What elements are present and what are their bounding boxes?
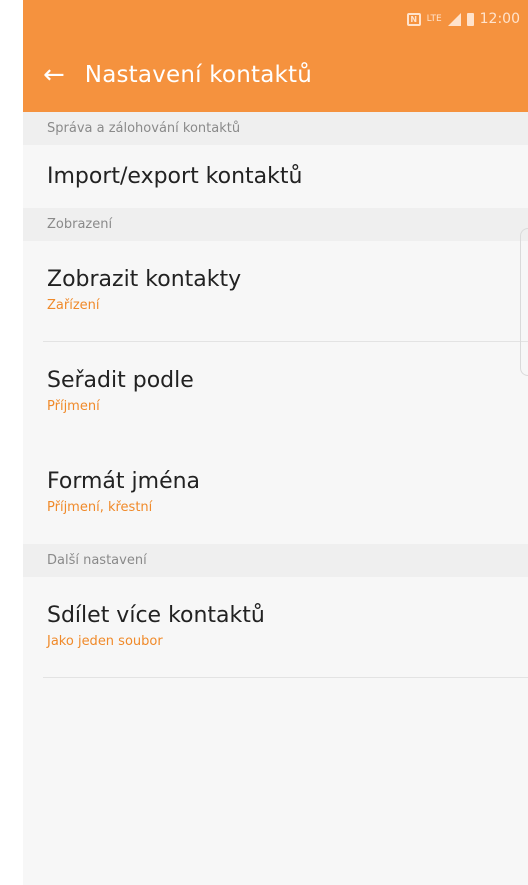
status-time: 12:00 (479, 11, 520, 27)
setting-sort-by[interactable]: Seřadit podle Příjmení (23, 342, 528, 443)
lte-icon: LTE (426, 14, 442, 24)
section-header-management: Správa a zálohování kontaktů (23, 112, 528, 145)
edge-panel-handle[interactable] (520, 228, 528, 376)
section-header-display: Zobrazení (23, 208, 528, 241)
setting-show-contacts[interactable]: Zobrazit kontakty Zařízení (23, 241, 528, 342)
divider (43, 677, 528, 678)
app-bar: ← Nastavení kontaktů (23, 38, 528, 112)
setting-value: Příjmení (47, 399, 100, 414)
setting-label: Formát jména (47, 469, 201, 494)
setting-value: Příjmení, křestní (47, 500, 153, 515)
phone-screen: N LTE 12:00 ← Nastavení kontaktů Správa … (23, 0, 528, 885)
setting-value: Jako jeden soubor (47, 634, 163, 649)
setting-name-format[interactable]: Formát jména Příjmení, křestní (23, 443, 528, 544)
section-header-label: Správa a zálohování kontaktů (47, 121, 241, 136)
setting-import-export[interactable]: Import/export kontaktů (23, 145, 528, 208)
setting-label: Seřadit podle (47, 368, 194, 393)
setting-value: Zařízení (47, 298, 100, 313)
section-header-more: Další nastavení (23, 544, 528, 577)
battery-icon (466, 12, 474, 26)
setting-label: Import/export kontaktů (47, 164, 303, 189)
signal-icon (447, 12, 461, 26)
setting-share-contacts[interactable]: Sdílet více kontaktů Jako jeden soubor (23, 577, 528, 678)
nfc-icon: N (406, 12, 421, 26)
setting-label: Sdílet více kontaktů (47, 603, 265, 628)
section-header-label: Další nastavení (47, 553, 147, 568)
status-bar: N LTE 12:00 (23, 0, 528, 38)
setting-label: Zobrazit kontakty (47, 267, 242, 292)
section-header-label: Zobrazení (47, 217, 113, 232)
arrow-left-icon[interactable]: ← (43, 62, 65, 88)
page-title: Nastavení kontaktů (84, 62, 313, 88)
